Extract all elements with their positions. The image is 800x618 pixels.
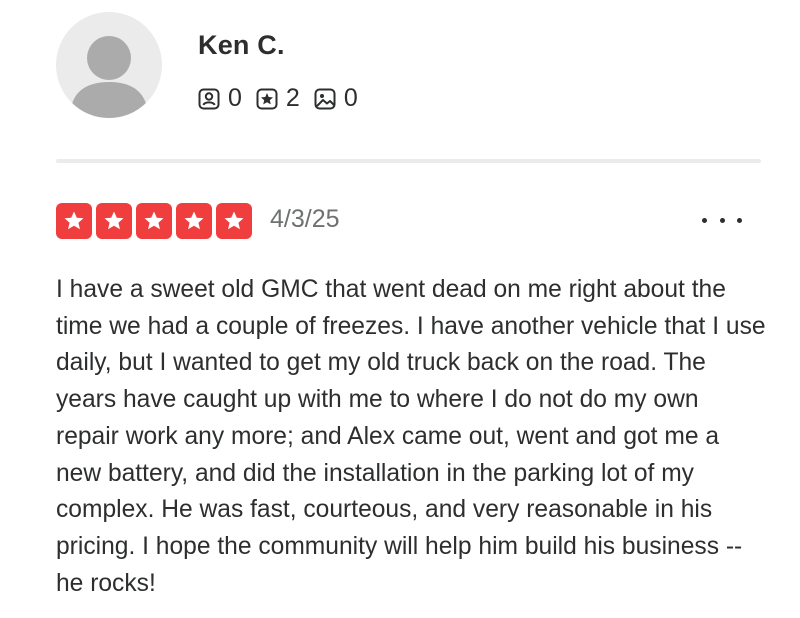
friends-icon <box>198 88 220 109</box>
reviews-count: 2 <box>285 84 300 112</box>
review-text: I have a sweet old GMC that went dead on… <box>56 276 766 597</box>
friends-count: 0 <box>228 84 242 112</box>
divider <box>56 159 761 163</box>
rating-star-icon <box>136 203 172 239</box>
more-dot <box>702 217 707 223</box>
more-options-icon[interactable] <box>702 206 742 234</box>
reviews-stat: 2 <box>256 84 300 113</box>
review-date: 4/3/25 <box>270 205 340 233</box>
rating-star-icon <box>96 203 132 239</box>
photo-icon <box>314 88 336 109</box>
rating-star-icon <box>56 203 92 239</box>
rating-star-icon <box>176 203 212 239</box>
star-rating <box>56 203 252 239</box>
friends-stat: 0 <box>198 84 242 113</box>
rating-star-icon <box>216 203 252 239</box>
avatar[interactable] <box>56 12 162 118</box>
user-name[interactable]: Ken C. <box>198 30 285 61</box>
photos-count: 0 <box>343 84 358 112</box>
review-star-icon <box>256 88 278 109</box>
photos-stat: 0 <box>314 84 358 113</box>
user-stats: 0 2 0 <box>198 84 358 113</box>
more-dot <box>737 217 742 223</box>
more-dot <box>719 217 725 223</box>
default-avatar-icon <box>70 36 148 118</box>
